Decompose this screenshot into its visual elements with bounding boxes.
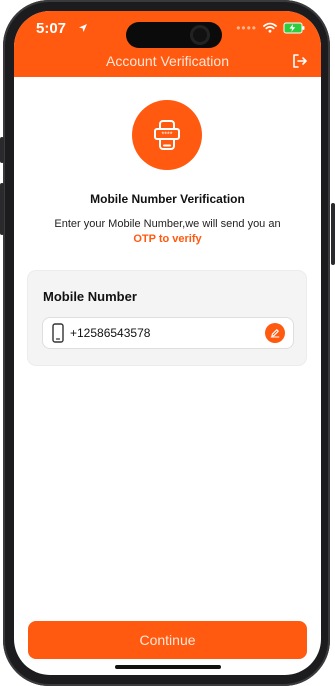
top-app-bar: 5:07 •••• Account Verification	[14, 11, 321, 77]
app-screen: 5:07 •••• Account Verification **** Mobi…	[14, 11, 321, 675]
mobile-number-label: Mobile Number	[43, 289, 137, 304]
wifi-icon	[263, 22, 277, 33]
signal-dots-icon: ••••	[236, 21, 257, 35]
mobile-number-value: +12586543578	[70, 326, 151, 340]
edit-number-button[interactable]	[265, 323, 285, 343]
front-camera	[190, 25, 210, 45]
otp-to-verify-text: OTP to verify	[133, 233, 202, 245]
device-volume-button	[0, 183, 4, 235]
logout-icon[interactable]	[291, 52, 309, 70]
otp-phone-icon: ****	[132, 100, 202, 170]
verification-description: Enter your Mobile Number,we will send yo…	[54, 218, 281, 230]
device-power-button	[331, 203, 335, 265]
status-indicators: ••••	[236, 21, 305, 35]
page-title: Account Verification	[106, 53, 229, 69]
mobile-number-card: Mobile Number +12586543578	[28, 271, 306, 365]
verification-title: Mobile Number Verification	[90, 192, 245, 206]
device-silent-switch	[0, 137, 4, 163]
mobile-number-field[interactable]: +12586543578	[42, 317, 294, 349]
status-time: 5:07	[36, 20, 67, 37]
mobile-phone-icon	[52, 323, 64, 343]
home-indicator	[115, 665, 221, 669]
svg-text:****: ****	[162, 132, 173, 139]
continue-button[interactable]: Continue	[28, 621, 307, 659]
battery-charging-icon	[283, 22, 305, 34]
location-arrow-icon	[79, 24, 87, 32]
edit-pencil-icon	[270, 329, 280, 338]
